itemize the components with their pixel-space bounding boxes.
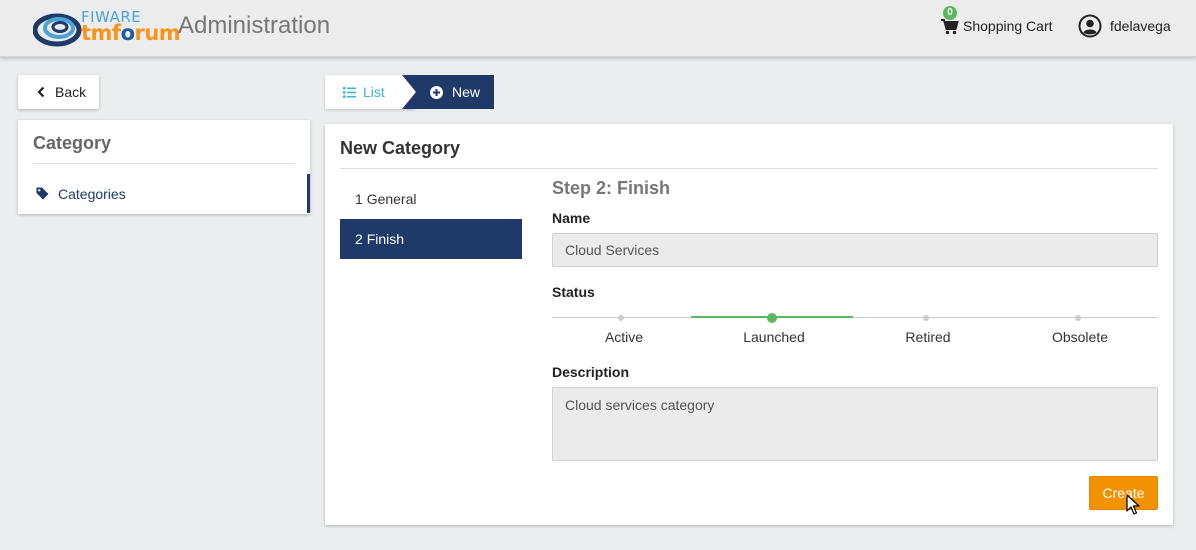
status-dot-active[interactable] xyxy=(618,315,624,321)
sidebar-title: Category xyxy=(33,133,112,153)
shopping-cart-link[interactable]: 0 Shopping Cart xyxy=(940,6,1053,38)
step-number: 1 xyxy=(355,191,363,207)
cart-label: Shopping Cart xyxy=(963,18,1053,34)
create-button[interactable]: Create xyxy=(1089,476,1158,510)
step-number: 2 xyxy=(355,231,363,247)
cart-icon: 0 xyxy=(940,6,960,36)
plus-circle-icon xyxy=(430,85,443,99)
tab-new[interactable]: New xyxy=(402,75,494,109)
cart-count-badge: 0 xyxy=(943,6,957,20)
back-label: Back xyxy=(55,84,87,100)
sidebar-item-label: Categories xyxy=(58,185,126,202)
page-title: New Category xyxy=(340,138,461,158)
status-option-retired[interactable]: Retired xyxy=(868,329,988,345)
user-menu[interactable]: fdelavega xyxy=(1078,13,1171,39)
logo-swirl-icon xyxy=(33,13,82,47)
fiware-tmforum-logo[interactable]: FIWARE tmforum xyxy=(33,6,181,50)
list-icon xyxy=(343,86,356,98)
tab-list[interactable]: List xyxy=(325,75,415,109)
step-finish[interactable]: 2 Finish xyxy=(340,219,522,259)
tag-icon xyxy=(36,187,49,200)
mouse-pointer-icon xyxy=(1126,494,1140,515)
step-label: Finish xyxy=(366,231,405,247)
status-track xyxy=(552,317,1158,318)
status-option-launched[interactable]: Launched xyxy=(714,329,834,345)
divider xyxy=(340,168,1158,169)
description-field[interactable]: Cloud services category xyxy=(552,387,1158,461)
sidebar-item-categories[interactable]: Categories xyxy=(18,174,310,213)
status-label: Status xyxy=(552,284,595,300)
name-label: Name xyxy=(552,210,591,226)
status-dot-launched[interactable] xyxy=(767,313,777,323)
app-title: Administration xyxy=(178,12,331,39)
tab-new-label: New xyxy=(452,84,481,100)
description-label: Description xyxy=(552,364,630,380)
name-field[interactable] xyxy=(552,233,1158,267)
status-option-active[interactable]: Active xyxy=(564,329,684,345)
back-button[interactable]: Back xyxy=(18,75,99,109)
new-category-panel: New Category 1 General 2 Finish Step 2: … xyxy=(325,124,1173,525)
category-sidebar: Category Categories xyxy=(18,120,310,214)
status-option-obsolete[interactable]: Obsolete xyxy=(1020,329,1140,345)
user-name: fdelavega xyxy=(1110,18,1171,34)
step-label: General xyxy=(366,191,417,207)
status-dot-retired[interactable] xyxy=(923,315,929,321)
chevron-left-icon xyxy=(37,86,45,98)
tab-list-label: List xyxy=(363,84,385,100)
logo-tmforum-text: tmforum xyxy=(81,21,181,45)
step-general[interactable]: 1 General xyxy=(340,179,522,219)
user-circle-icon xyxy=(1078,14,1102,38)
step-heading: Step 2: Finish xyxy=(552,178,671,198)
top-navbar: FIWARE tmforum Administration 0 Shopping… xyxy=(0,0,1196,57)
status-dot-obsolete[interactable] xyxy=(1075,315,1081,321)
divider xyxy=(33,163,295,164)
